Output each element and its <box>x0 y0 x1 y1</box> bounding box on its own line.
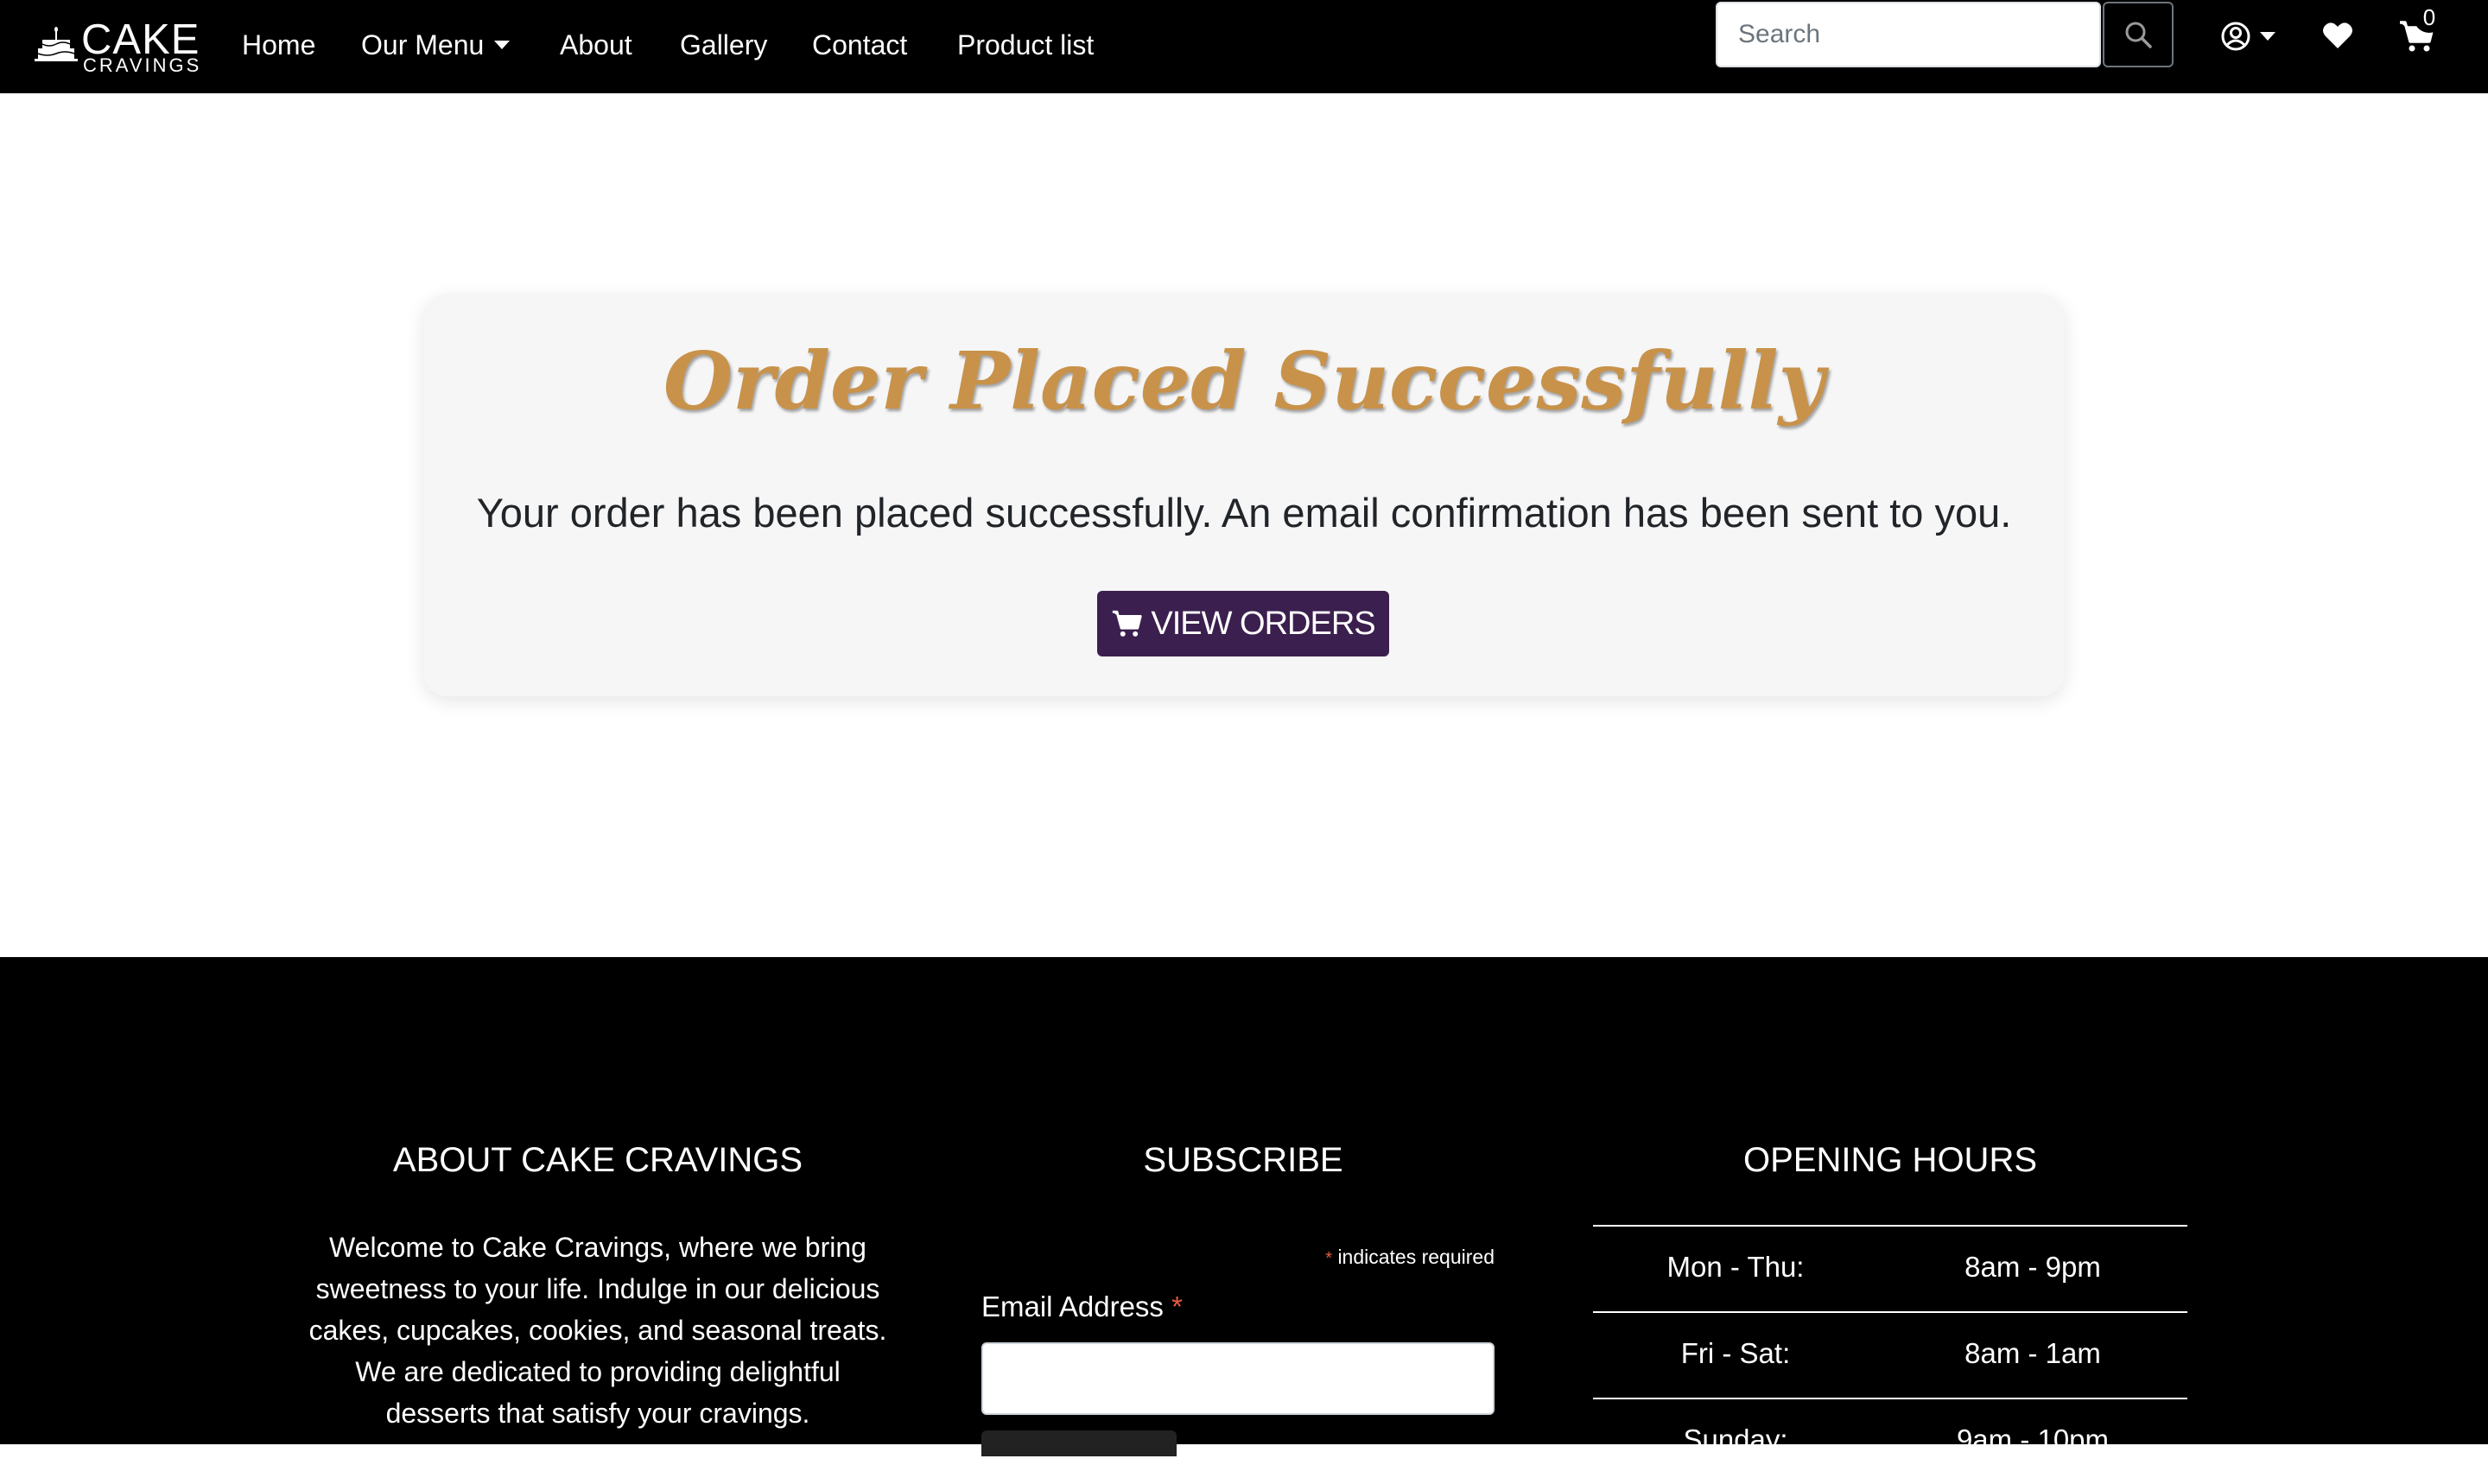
view-orders-button[interactable]: VIEW ORDERS <box>1097 591 1389 656</box>
about-text: Welcome to Cake Cravings, where we bring… <box>308 1232 887 1429</box>
chevron-down-icon <box>2260 32 2275 41</box>
email-label: Email Address * <box>981 1291 1183 1323</box>
nav-about[interactable]: About <box>560 19 632 71</box>
cart-count-badge: 0 <box>2414 2 2445 33</box>
hours-day: Mon - Thu: <box>1666 1251 1805 1283</box>
nav-home[interactable]: Home <box>242 19 315 71</box>
confirmation-message: Your order has been placed successfully.… <box>476 490 2012 536</box>
nav-product-list[interactable]: Product list <box>957 19 1094 71</box>
brand-word-cravings: CRAVINGS <box>83 54 202 76</box>
site-footer: ABOUT CAKE CRAVINGS Welcome to Cake Crav… <box>0 957 2488 1456</box>
table-row: Fri - Sat: 8am - 1am <box>1593 1311 2187 1398</box>
hours-time: 9am - 10pm <box>1956 1424 2110 1455</box>
user-menu-toggle[interactable] <box>2220 19 2275 54</box>
view-orders-label: VIEW ORDERS <box>1151 605 1375 642</box>
nav-our-menu-label: Our Menu <box>361 29 485 60</box>
cake-logo-icon <box>35 27 78 61</box>
chevron-down-icon <box>494 40 511 49</box>
table-row: Mon - Thu: 8am - 9pm <box>1593 1225 2187 1311</box>
hours-day: Fri - Sat: <box>1680 1337 1791 1369</box>
required-note: * indicates required <box>981 1246 1495 1269</box>
nav-gallery[interactable]: Gallery <box>680 19 767 71</box>
required-note-text: indicates required <box>1337 1246 1495 1268</box>
heart-icon[interactable] <box>2322 21 2353 50</box>
email-field[interactable] <box>981 1342 1495 1415</box>
order-confirmation-card: Order Placed Successfully Your order has… <box>423 294 2065 696</box>
hours-time: 8am - 9pm <box>1964 1251 2101 1283</box>
search-icon <box>2125 22 2152 48</box>
about-heading: ABOUT CAKE CRAVINGS <box>392 1141 803 1179</box>
email-label-text: Email Address <box>981 1291 1164 1322</box>
search-input[interactable] <box>1716 2 2101 67</box>
top-navbar: CAKE CRAVINGS Home Our Menu About Galler… <box>0 0 2488 93</box>
opening-hours-heading: OPENING HOURS <box>1742 1141 2038 1179</box>
user-circle-icon <box>2221 22 2250 51</box>
required-asterisk: * <box>1325 1249 1333 1268</box>
required-asterisk: * <box>1171 1291 1183 1322</box>
nav-contact[interactable]: Contact <box>812 19 907 71</box>
subscribe-heading: SUBSCRIBE <box>1143 1141 1343 1179</box>
cart-icon <box>1113 610 1143 637</box>
search-button[interactable] <box>2103 2 2174 67</box>
hours-day: Sunday: <box>1683 1424 1788 1455</box>
brand-logo[interactable]: CAKE CRAVINGS <box>35 12 199 78</box>
nav-our-menu[interactable]: Our Menu <box>361 19 511 71</box>
page-title: Order Placed Successfully <box>663 334 1825 428</box>
table-row: Sunday: 9am - 10pm <box>1593 1398 2187 1484</box>
subscribe-button[interactable] <box>981 1430 1177 1456</box>
hours-time: 8am - 1am <box>1964 1337 2101 1369</box>
opening-hours-table: Mon - Thu: 8am - 9pm Fri - Sat: 8am - 1a… <box>1593 1225 2187 1484</box>
